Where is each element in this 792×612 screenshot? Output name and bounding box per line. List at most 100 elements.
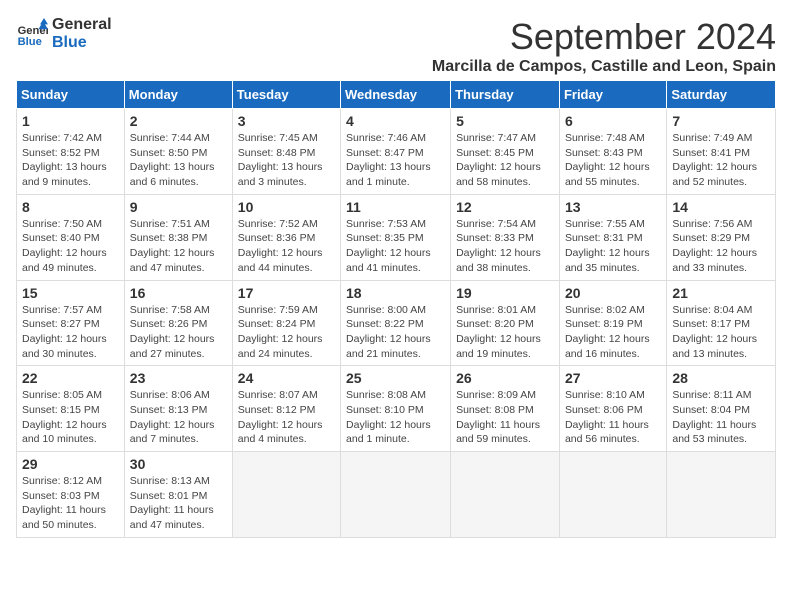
day-number: 27 (565, 370, 661, 386)
day-number: 26 (456, 370, 554, 386)
day-number: 6 (565, 113, 661, 129)
calendar-day-cell: 12 Sunrise: 7:54 AMSunset: 8:33 PMDayligh… (451, 194, 560, 280)
day-number: 15 (22, 285, 119, 301)
day-detail: Sunrise: 8:05 AMSunset: 8:15 PMDaylight:… (22, 388, 119, 447)
day-detail: Sunrise: 8:01 AMSunset: 8:20 PMDaylight:… (456, 303, 554, 362)
calendar-day-cell: 15 Sunrise: 7:57 AMSunset: 8:27 PMDayligh… (17, 280, 125, 366)
calendar-day-cell (559, 452, 666, 538)
calendar-day-cell: 1 Sunrise: 7:42 AMSunset: 8:52 PMDaylight… (17, 109, 125, 195)
calendar-day-cell: 25 Sunrise: 8:08 AMSunset: 8:10 PMDayligh… (341, 366, 451, 452)
calendar-day-cell: 5Sunrise: 7:47 AMSunset: 8:45 PMDaylight… (451, 109, 560, 195)
calendar-day-cell: 29 Sunrise: 8:12 AMSunset: 8:03 PMDayligh… (17, 452, 125, 538)
day-number: 17 (238, 285, 335, 301)
col-wednesday: Wednesday (341, 81, 451, 109)
calendar-day-cell (232, 452, 340, 538)
day-detail: Sunrise: 8:09 AMSunset: 8:08 PMDaylight:… (456, 388, 554, 447)
calendar-week-row: 15 Sunrise: 7:57 AMSunset: 8:27 PMDayligh… (17, 280, 776, 366)
day-detail: Sunrise: 7:51 AMSunset: 8:38 PMDaylight:… (130, 217, 227, 276)
day-detail: Sunrise: 7:54 AMSunset: 8:33 PMDaylight:… (456, 217, 554, 276)
day-detail: Sunrise: 7:52 AMSunset: 8:36 PMDaylight:… (238, 217, 335, 276)
page-header: General Blue General Blue September 2024… (16, 16, 776, 76)
col-sunday: Sunday (17, 81, 125, 109)
calendar-day-cell: 28 Sunrise: 8:11 AMSunset: 8:04 PMDayligh… (667, 366, 776, 452)
day-detail: Sunrise: 7:48 AMSunset: 8:43 PMDaylight:… (565, 131, 661, 190)
calendar-week-row: 1 Sunrise: 7:42 AMSunset: 8:52 PMDaylight… (17, 109, 776, 195)
day-detail: Sunrise: 7:49 AMSunset: 8:41 PMDaylight:… (672, 131, 770, 190)
day-detail: Sunrise: 7:46 AMSunset: 8:47 PMDaylight:… (346, 131, 445, 190)
day-number: 5 (456, 113, 554, 129)
day-detail: Sunrise: 8:10 AMSunset: 8:06 PMDaylight:… (565, 388, 661, 447)
calendar-day-cell: 19Sunrise: 8:01 AMSunset: 8:20 PMDayligh… (451, 280, 560, 366)
day-detail: Sunrise: 7:44 AMSunset: 8:50 PMDaylight:… (130, 131, 227, 190)
day-detail: Sunrise: 8:08 AMSunset: 8:10 PMDaylight:… (346, 388, 445, 447)
calendar-day-cell: 27 Sunrise: 8:10 AMSunset: 8:06 PMDayligh… (559, 366, 666, 452)
calendar-day-cell: 7Sunrise: 7:49 AMSunset: 8:41 PMDaylight… (667, 109, 776, 195)
calendar-day-cell: 6 Sunrise: 7:48 AMSunset: 8:43 PMDaylight… (559, 109, 666, 195)
title-block: September 2024 Marcilla de Campos, Casti… (432, 16, 776, 76)
day-number: 18 (346, 285, 445, 301)
col-friday: Friday (559, 81, 666, 109)
svg-text:Blue: Blue (18, 36, 42, 48)
calendar-day-cell (341, 452, 451, 538)
day-detail: Sunrise: 8:07 AMSunset: 8:12 PMDaylight:… (238, 388, 335, 447)
day-detail: Sunrise: 7:57 AMSunset: 8:27 PMDaylight:… (22, 303, 119, 362)
day-number: 2 (130, 113, 227, 129)
logo: General Blue General Blue (16, 16, 112, 52)
day-detail: Sunrise: 8:06 AMSunset: 8:13 PMDaylight:… (130, 388, 227, 447)
day-detail: Sunrise: 8:02 AMSunset: 8:19 PMDaylight:… (565, 303, 661, 362)
calendar-day-cell: 11 Sunrise: 7:53 AMSunset: 8:35 PMDayligh… (341, 194, 451, 280)
day-detail: Sunrise: 7:50 AMSunset: 8:40 PMDaylight:… (22, 217, 119, 276)
day-number: 10 (238, 199, 335, 215)
calendar-day-cell: 30Sunrise: 8:13 AMSunset: 8:01 PMDayligh… (124, 452, 232, 538)
day-number: 8 (22, 199, 119, 215)
day-number: 28 (672, 370, 770, 386)
calendar-day-cell: 3Sunrise: 7:45 AMSunset: 8:48 PMDaylight… (232, 109, 340, 195)
calendar-week-row: 8 Sunrise: 7:50 AMSunset: 8:40 PMDaylight… (17, 194, 776, 280)
calendar-table: Sunday Monday Tuesday Wednesday Thursday… (16, 80, 776, 538)
day-number: 1 (22, 113, 119, 129)
calendar-day-cell: 14 Sunrise: 7:56 AMSunset: 8:29 PMDayligh… (667, 194, 776, 280)
calendar-day-cell: 20 Sunrise: 8:02 AMSunset: 8:19 PMDayligh… (559, 280, 666, 366)
calendar-day-cell: 2 Sunrise: 7:44 AMSunset: 8:50 PMDaylight… (124, 109, 232, 195)
day-number: 12 (456, 199, 554, 215)
calendar-day-cell: 13Sunrise: 7:55 AMSunset: 8:31 PMDayligh… (559, 194, 666, 280)
day-number: 25 (346, 370, 445, 386)
calendar-header-row: Sunday Monday Tuesday Wednesday Thursday… (17, 81, 776, 109)
day-number: 9 (130, 199, 227, 215)
day-number: 20 (565, 285, 661, 301)
calendar-day-cell: 21Sunrise: 8:04 AMSunset: 8:17 PMDayligh… (667, 280, 776, 366)
col-monday: Monday (124, 81, 232, 109)
calendar-day-cell: 17Sunrise: 7:59 AMSunset: 8:24 PMDayligh… (232, 280, 340, 366)
day-number: 23 (130, 370, 227, 386)
logo-line2: Blue (52, 34, 112, 52)
calendar-body: 1 Sunrise: 7:42 AMSunset: 8:52 PMDaylight… (17, 109, 776, 538)
col-thursday: Thursday (451, 81, 560, 109)
calendar-day-cell: 9 Sunrise: 7:51 AMSunset: 8:38 PMDaylight… (124, 194, 232, 280)
day-detail: Sunrise: 7:55 AMSunset: 8:31 PMDaylight:… (565, 217, 661, 276)
day-detail: Sunrise: 7:53 AMSunset: 8:35 PMDaylight:… (346, 217, 445, 276)
col-tuesday: Tuesday (232, 81, 340, 109)
calendar-day-cell: 24 Sunrise: 8:07 AMSunset: 8:12 PMDayligh… (232, 366, 340, 452)
calendar-day-cell: 22Sunrise: 8:05 AMSunset: 8:15 PMDayligh… (17, 366, 125, 452)
calendar-day-cell: 26 Sunrise: 8:09 AMSunset: 8:08 PMDayligh… (451, 366, 560, 452)
day-number: 14 (672, 199, 770, 215)
calendar-day-cell: 16Sunrise: 7:58 AMSunset: 8:26 PMDayligh… (124, 280, 232, 366)
day-detail: Sunrise: 7:56 AMSunset: 8:29 PMDaylight:… (672, 217, 770, 276)
day-detail: Sunrise: 8:12 AMSunset: 8:03 PMDaylight:… (22, 474, 119, 533)
day-number: 29 (22, 456, 119, 472)
day-number: 4 (346, 113, 445, 129)
day-detail: Sunrise: 7:58 AMSunset: 8:26 PMDaylight:… (130, 303, 227, 362)
logo-icon: General Blue (16, 18, 48, 50)
day-detail: Sunrise: 8:11 AMSunset: 8:04 PMDaylight:… (672, 388, 770, 447)
calendar-day-cell (451, 452, 560, 538)
day-number: 24 (238, 370, 335, 386)
day-number: 30 (130, 456, 227, 472)
calendar-day-cell: 18 Sunrise: 8:00 AMSunset: 8:22 PMDayligh… (341, 280, 451, 366)
day-detail: Sunrise: 8:00 AMSunset: 8:22 PMDaylight:… (346, 303, 445, 362)
day-detail: Sunrise: 7:42 AMSunset: 8:52 PMDaylight:… (22, 131, 119, 190)
day-number: 21 (672, 285, 770, 301)
logo-line1: General (52, 16, 112, 34)
day-number: 11 (346, 199, 445, 215)
location-title: Marcilla de Campos, Castille and Leon, S… (432, 58, 776, 76)
month-title: September 2024 (432, 16, 776, 58)
